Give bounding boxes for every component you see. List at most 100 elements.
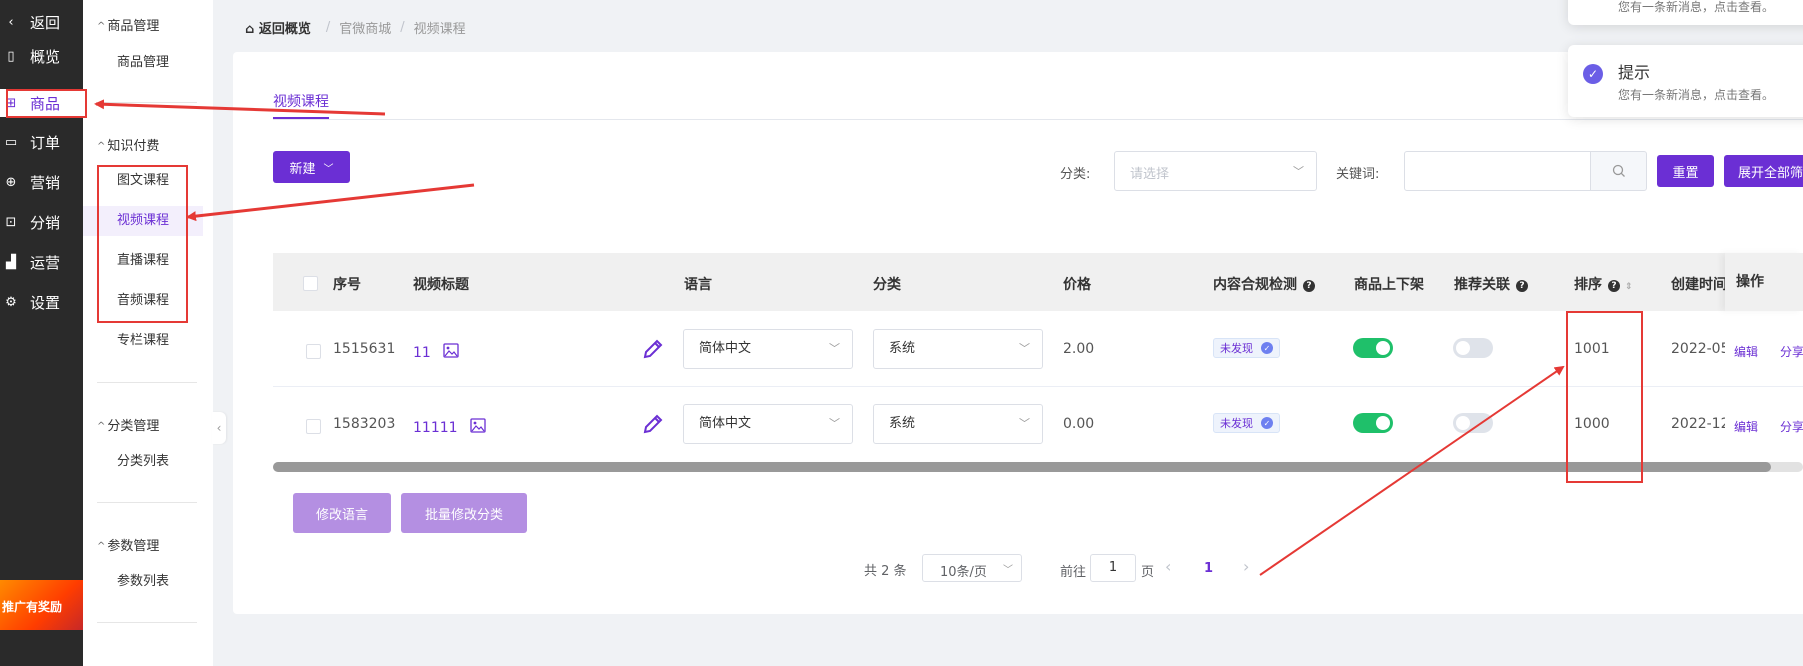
col-shelf: 商品上下架 [1354,277,1424,293]
chevron-left-icon: ‹ [8,14,14,30]
chevron-down-icon: ﹀ [1019,342,1030,355]
notification-title: 提示 [1618,63,1651,82]
chevron-right-icon: › [1243,557,1250,576]
goto-label: 前往 [1060,565,1087,580]
edit-pencil-icon[interactable] [641,412,665,436]
page-number-current[interactable]: 1 [1204,561,1213,576]
divider [97,622,197,623]
breadcrumb-home[interactable]: ⌂ 返回概览 [245,18,311,37]
recommend-switch[interactable] [1453,413,1493,433]
recommend-switch[interactable] [1453,338,1493,358]
subnav-param-list[interactable]: 参数列表 [83,567,203,597]
group-param-management[interactable]: ^ 参数管理 [97,535,159,554]
nav-marketing[interactable]: ⊕ 营销 [0,168,83,196]
category-select[interactable]: 系统 ﹀ [873,329,1043,369]
page-jump-input[interactable]: 1 [1090,554,1136,582]
chevron-down-icon: ﹀ [829,417,840,430]
col-sort[interactable]: 排序? ⇕ [1574,274,1633,294]
group-category-management[interactable]: ^ 分类管理 [97,415,159,434]
breadcrumb-item[interactable]: 官微商城 [339,18,391,37]
row-checkbox[interactable] [306,344,321,359]
chevron-down-icon: ﹀ [323,163,334,175]
notification-toast[interactable]: ✓ 提示 您有一条新消息，点击查看。 [1568,45,1803,117]
row-checkbox[interactable] [306,419,321,434]
search-icon [1612,164,1625,177]
category-select[interactable]: 系统 ﹀ [873,404,1043,444]
help-icon[interactable]: ? [1303,280,1315,292]
reset-button[interactable]: 重置 [1657,155,1714,187]
select-all-checkbox[interactable] [303,276,318,291]
change-language-button[interactable]: 修改语言 [293,493,391,533]
group-knowledge-paid[interactable]: ^ 知识付费 [97,135,159,154]
row-price: 2.00 [1063,341,1095,357]
image-icon[interactable] [443,343,459,358]
help-icon[interactable]: ? [1516,280,1528,292]
divider [97,502,197,503]
row-title-link[interactable]: 11111 [413,418,486,436]
check-circle-icon: ✓ [1261,342,1273,354]
id-card-icon: ⊡ [5,214,17,230]
col-recommend: 推荐关联? [1454,274,1528,294]
group-goods-management[interactable]: ^ 商品管理 [97,15,159,34]
next-page-button[interactable]: › [1243,557,1249,576]
subnav-category-list[interactable]: 分类列表 [83,447,203,477]
keyword-input[interactable] [1404,151,1592,191]
nav-orders[interactable]: ▭ 订单 [0,128,83,156]
check-circle-icon: ✓ [1261,417,1273,429]
tab-video-course[interactable]: 视频课程 [273,91,329,111]
row-title-link[interactable]: 11 [413,343,459,361]
col-created: 创建时间 [1671,277,1725,293]
collapse-sidebar-button[interactable]: ‹ [212,412,226,444]
col-category: 分类 [873,277,901,293]
category-filter-label: 分类: [1060,167,1091,182]
subnav-goods-management[interactable]: 商品管理 [83,48,203,78]
share-link[interactable]: 分享 [1780,343,1803,360]
caret-up-icon: ^ [97,21,106,32]
breadcrumb-item: 视频课程 [413,22,466,37]
language-select[interactable]: 简体中文 ﹀ [683,404,853,444]
nav-distribution[interactable]: ⊡ 分销 [0,208,83,236]
share-link[interactable]: 分享 [1780,418,1803,435]
help-icon[interactable]: ? [1608,280,1620,292]
nav-back[interactable]: ‹ 返回 [0,8,83,36]
sort-caret-icon[interactable]: ⇕ [1625,282,1633,292]
home-icon: ⌂ [245,22,255,37]
chevron-down-icon: ﹀ [829,342,840,355]
check-circle-icon: ✓ [1583,64,1603,84]
row-id: 1583203 [333,416,396,432]
promo-banner[interactable]: 推广有奖励 [0,580,83,630]
expand-filters-button[interactable]: 展开全部筛选 [1724,155,1803,187]
subnav-column-course[interactable]: 专栏课程 [83,326,203,356]
caret-up-icon: ^ [97,541,106,552]
target-icon: ⊕ [5,174,17,190]
edit-pencil-icon[interactable] [641,337,665,361]
page-size-select[interactable]: 10条/页 ﹀ [922,554,1022,582]
notification-toast[interactable]: 您有一条新消息，点击查看。 [1568,0,1803,25]
col-compliance: 内容合规检测? [1213,274,1315,294]
nav-overview[interactable]: ▯ 概览 [0,42,83,70]
compliance-badge: 未发现 ✓ [1213,338,1280,358]
col-index: 序号 [333,277,361,293]
keyword-label: 关键词: [1336,167,1380,182]
annotation-box-knowledge-items [97,165,188,323]
horizontal-scrollbar[interactable] [273,462,1771,472]
language-select[interactable]: 简体中文 ﹀ [683,329,853,369]
nav-settings[interactable]: ⚙ 设置 [0,288,83,316]
row-price: 0.00 [1063,416,1095,432]
nav-operations[interactable]: ▟ 运营 [0,248,83,276]
divider [97,102,197,103]
image-icon[interactable] [470,418,486,433]
prev-page-button[interactable]: ‹ [1165,557,1171,576]
row-id: 1515631 [333,341,396,357]
tab-baseline [273,119,1803,120]
chevron-down-icon: ﹀ [1293,165,1304,178]
category-filter-select[interactable]: 请选择 ﹀ [1114,151,1317,191]
shelf-switch[interactable] [1353,338,1393,358]
edit-link[interactable]: 编辑 [1734,418,1758,435]
batch-change-category-button[interactable]: 批量修改分类 [401,493,527,533]
shelf-switch[interactable] [1353,413,1393,433]
search-button[interactable] [1590,151,1647,191]
compliance-badge: 未发现 ✓ [1213,413,1280,433]
new-button[interactable]: 新建 ﹀ [273,151,350,183]
edit-link[interactable]: 编辑 [1734,343,1758,360]
